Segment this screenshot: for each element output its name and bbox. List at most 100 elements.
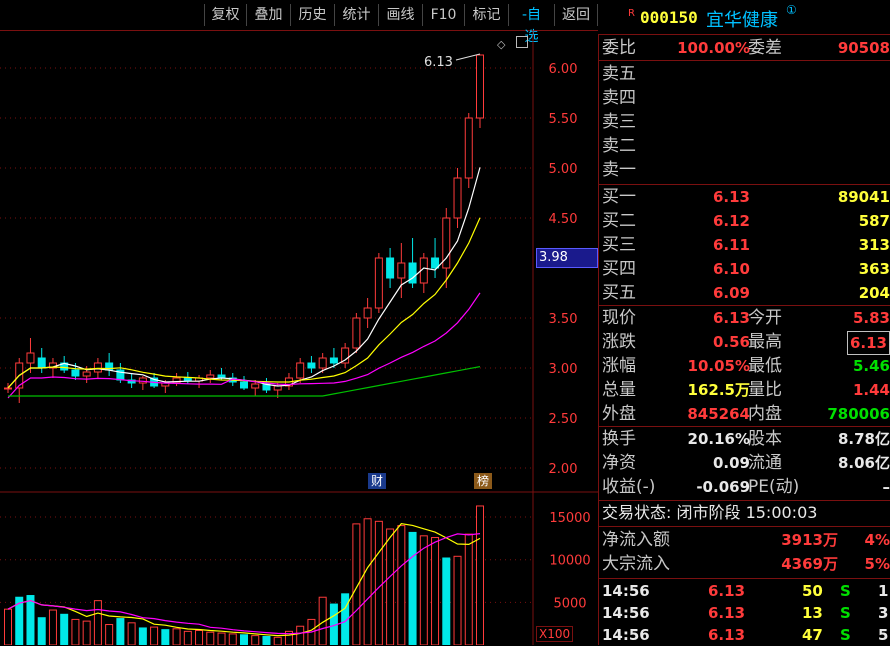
candle-body (139, 378, 146, 383)
volume-bar (241, 635, 248, 645)
stats-button[interactable]: 统计 (334, 4, 378, 26)
candle-body (330, 358, 337, 363)
overlay-button[interactable]: 叠加 (246, 4, 290, 26)
volume-bar (128, 623, 135, 645)
mark-button[interactable]: 标记 (464, 4, 508, 26)
candle-body (241, 382, 248, 388)
fundamental-value: 0.09 (713, 452, 750, 474)
back-button[interactable]: 返回 (554, 4, 598, 26)
fuquan-button[interactable]: 复权 (204, 4, 246, 26)
tick-price: 6.13 (708, 624, 745, 646)
buy-level-price: 6.13 (713, 186, 750, 208)
stat-value: 6.13 (713, 307, 750, 329)
stat-label: 涨跌 (602, 331, 636, 353)
buy-level-row: 买一6.1389041 (602, 186, 890, 208)
stat-value: 845264 (687, 403, 750, 425)
tick-time: 14:56 (602, 624, 650, 646)
chart-toolbar: 复权 叠加 历史 统计 画线 F10 标记 -自选 返回 (0, 0, 598, 31)
buy-level-volume: 89041 (838, 186, 890, 208)
tick-side: S (840, 624, 851, 646)
stock-name[interactable]: 宜华健康 (706, 6, 778, 32)
trade-status: 交易状态: 闭市阶段 15:00:03 (602, 502, 890, 524)
volume-bar (375, 521, 382, 645)
price-axis-label: 5.50 (549, 112, 578, 127)
candle-body (308, 363, 315, 368)
buy-level-price: 6.11 (713, 234, 750, 256)
stat-label-2: 内盘 (748, 403, 782, 425)
price-axis-label: 4.50 (549, 212, 578, 227)
tick-count: 3 (878, 602, 888, 624)
stat-value-2: 5.83 (853, 307, 890, 329)
volume-bar (465, 534, 472, 645)
tick-time: 14:56 (602, 580, 650, 602)
capital-flow-row: 大宗流入4369万5% (602, 553, 890, 575)
finance-marker[interactable]: 财 (368, 473, 386, 489)
tick-side: S (840, 602, 851, 624)
flow-label: 净流入额 (602, 529, 670, 551)
fundamental-value-2: – (883, 476, 890, 498)
tick-volume: 13 (802, 602, 823, 624)
weicha-label: 委差 (748, 37, 782, 59)
fundamental-value: -0.069 (696, 476, 750, 498)
tick-row: 14:566.1313S3 (600, 602, 890, 624)
volume-bar (252, 636, 259, 645)
history-button[interactable]: 历史 (290, 4, 334, 26)
kline-svg[interactable]: 6.005.505.004.503.503.002.502.006.131500… (0, 30, 598, 645)
fundamental-row: 换手20.16%股本8.78亿 (602, 428, 890, 450)
flow-label: 大宗流入 (602, 553, 670, 575)
volume-bar (454, 556, 461, 645)
f10-button[interactable]: F10 (422, 4, 464, 26)
weibi-row: 委比 100.00% 委差 90508 (602, 37, 890, 59)
candle-body (72, 370, 79, 376)
candle-body (465, 118, 472, 178)
fundamental-label-2: 股本 (748, 428, 782, 450)
sell-level-row: 卖一 (602, 159, 890, 181)
fundamental-label: 净资 (602, 452, 636, 474)
volume-unit: X100 (536, 626, 573, 642)
volume-bar (297, 626, 304, 645)
sell-level-label: 卖三 (602, 111, 636, 133)
stat-value: 0.56 (713, 331, 750, 353)
high-price-annotation: 6.13 (424, 55, 453, 70)
buy-level-volume: 363 (859, 258, 890, 280)
tick-row: 14:566.1350S1 (600, 580, 890, 602)
volume-bar (398, 526, 405, 645)
candle-body (398, 263, 405, 278)
volume-axis-label: 5000 (553, 596, 586, 611)
tick-count: 5 (878, 624, 888, 646)
current-price-tag: 3.98 (536, 248, 598, 268)
buy-level-volume: 587 (859, 210, 890, 232)
volume-bar (218, 633, 225, 645)
stat-label: 涨幅 (602, 355, 636, 377)
buy-level-label: 买三 (602, 234, 636, 256)
sell-level-label: 卖四 (602, 87, 636, 109)
fundamental-row: 收益(-)-0.069PE(动)– (602, 476, 890, 498)
fundamental-label: 换手 (602, 428, 636, 450)
volume-bar (94, 601, 101, 645)
dragon-tiger-marker[interactable]: 榜 (474, 473, 492, 489)
kline-chart[interactable]: 6.005.505.004.503.503.002.502.006.131500… (0, 30, 598, 645)
buy-level-volume: 313 (859, 234, 890, 256)
stat-value-2: 780006 (827, 403, 890, 425)
fundamental-label: 收益(-) (602, 476, 655, 498)
draw-line-button[interactable]: 画线 (378, 4, 422, 26)
quote-stat-row: 涨幅10.05%最低5.46 (602, 355, 890, 377)
candle-body (454, 178, 461, 218)
tick-row: 14:566.1347S5 (600, 624, 890, 646)
buy-level-price: 6.09 (713, 282, 750, 304)
candle-body (375, 258, 382, 308)
candle-body (319, 358, 326, 368)
volume-bar (364, 519, 371, 645)
stat-value-2: 1.44 (853, 379, 890, 401)
stat-value-2: 6.13 (847, 331, 890, 355)
buy-level-price: 6.10 (713, 258, 750, 280)
diamond-icon[interactable]: ◇ (497, 38, 505, 51)
buy-level-row: 买五6.09204 (602, 282, 890, 304)
candle-body (364, 308, 371, 318)
volume-bar (72, 619, 79, 645)
buy-level-row: 买四6.10363 (602, 258, 890, 280)
buy-level-label: 买五 (602, 282, 636, 304)
square-icon[interactable] (516, 36, 528, 48)
watchlist-button[interactable]: -自选 (508, 4, 554, 26)
candle-body (38, 358, 45, 368)
